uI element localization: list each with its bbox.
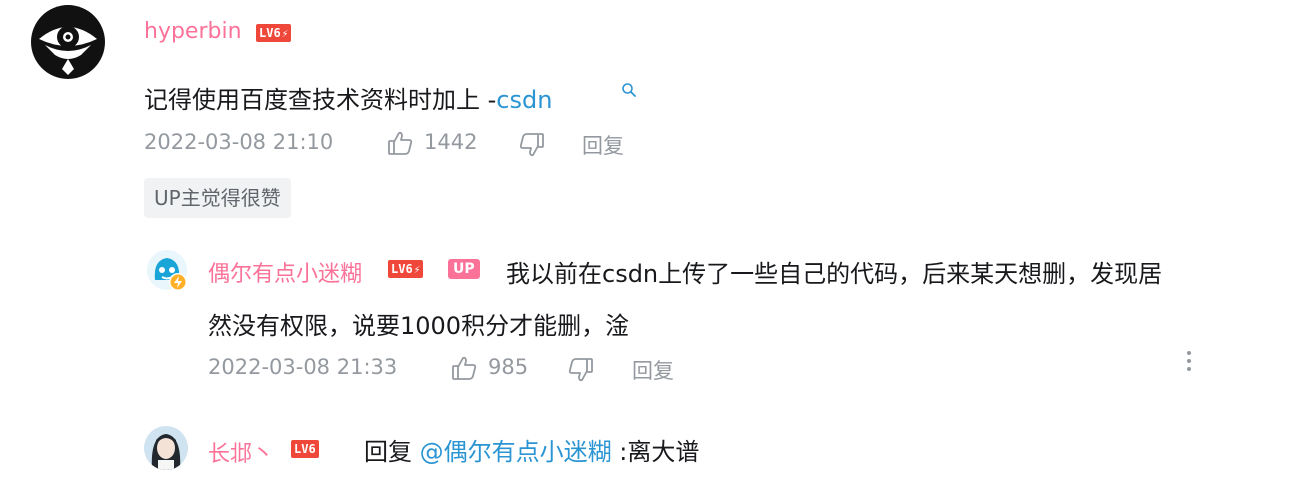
reply-button[interactable]: 回复 xyxy=(632,355,674,385)
level-text: LV6 xyxy=(259,26,281,40)
reply-prefix: 回复 xyxy=(364,438,412,466)
reply-item: 偶尔有点小迷糊 LV6 ⚡ UP 我以前在csdn上传了一些自己的代码，后来某天想… xyxy=(0,240,1301,390)
more-vertical-icon[interactable] xyxy=(1181,350,1197,374)
comment-text: 记得使用百度查技术资料时加上 -csdn xyxy=(144,80,552,115)
thumb-up-icon[interactable] xyxy=(386,129,414,157)
girl-avatar xyxy=(144,426,188,470)
thumb-down-icon[interactable] xyxy=(567,356,595,384)
username[interactable]: hyperbin xyxy=(144,19,242,44)
up-badge: UP xyxy=(448,259,480,279)
reply-text: 回复 @偶尔有点小迷糊 :离大谱 xyxy=(364,432,699,467)
username[interactable]: 长邶丶 xyxy=(208,436,274,468)
verified-bolt-icon xyxy=(169,273,187,291)
reply-text-line1: 我以前在csdn上传了一些自己的代码，后来某天想删，发现居 xyxy=(506,260,1163,288)
level-text: LV6 xyxy=(294,442,316,456)
main-comment: hyperbin LV6 ⚡ 记得使用百度查技术资料时加上 -csdn 2022-… xyxy=(0,0,1301,230)
level-badge: LV6 ⚡ xyxy=(256,24,292,42)
like-count: 985 xyxy=(488,355,529,379)
thumb-up-icon[interactable] xyxy=(450,354,478,382)
avatar[interactable] xyxy=(144,426,188,470)
level-bolt-icon: ⚡ xyxy=(413,262,421,276)
csdn-link[interactable]: csdn xyxy=(496,86,552,114)
comment-date: 2022-03-08 21:10 xyxy=(144,130,334,154)
eye-avatar xyxy=(31,5,105,79)
avatar[interactable] xyxy=(31,5,105,79)
username[interactable]: 偶尔有点小迷糊 xyxy=(208,256,362,288)
level-badge: LV6 xyxy=(291,440,319,458)
up-liked-tag: UP主觉得很赞 xyxy=(144,178,291,218)
level-badge: LV6 ⚡ xyxy=(388,260,424,278)
reply-text-line2: 然没有权限，说要1000积分才能删，淦 xyxy=(208,312,630,340)
like-count: 1442 xyxy=(424,130,478,154)
thumb-down-icon[interactable] xyxy=(518,131,546,159)
level-text: LV6 xyxy=(391,262,413,276)
reply-text-body: :离大谱 xyxy=(611,438,700,466)
reply-date: 2022-03-08 21:33 xyxy=(208,355,398,379)
level-bolt-icon: ⚡ xyxy=(281,26,289,40)
reply-item: 长邶丶 LV6 回复 @偶尔有点小迷糊 :离大谱 xyxy=(0,420,1301,486)
mention-link[interactable]: @偶尔有点小迷糊 xyxy=(420,438,612,466)
reply-button[interactable]: 回复 xyxy=(582,130,624,160)
comment-text-body: 记得使用百度查技术资料时加上 - xyxy=(144,86,497,114)
search-icon[interactable] xyxy=(621,82,637,98)
